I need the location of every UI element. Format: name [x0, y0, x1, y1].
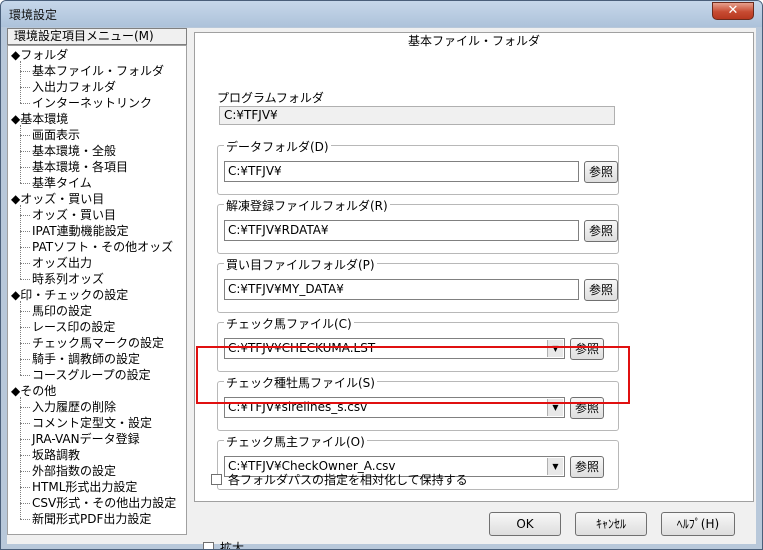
data-folder-input[interactable]: C:¥TFJV¥: [224, 161, 579, 182]
tree-connector: [20, 231, 30, 232]
extract-folder-input[interactable]: C:¥TFJV¥RDATA¥: [224, 220, 579, 241]
tree-item[interactable]: チェック馬マークの設定: [32, 335, 164, 351]
tree-connector: [20, 439, 30, 440]
tree-item[interactable]: オッズ・買い目: [32, 207, 116, 223]
program-folder-field: C:¥TFJV¥: [219, 106, 615, 125]
tree-item[interactable]: HTML形式出力設定: [32, 479, 137, 495]
tree-connector: [20, 87, 30, 88]
bet-folder-group: 買い目ファイルフォルダ(P) C:¥TFJV¥MY_DATA¥ 参照: [217, 256, 619, 313]
tree-item[interactable]: CSV形式・その他出力設定: [32, 495, 176, 511]
tree-item[interactable]: 画面表示: [32, 127, 80, 143]
highlight-box: [196, 346, 630, 404]
relative-path-checkbox[interactable]: [211, 474, 222, 485]
tree-category[interactable]: ◆印・チェックの設定: [11, 287, 128, 303]
tree-item[interactable]: 新聞形式PDF出力設定: [32, 511, 151, 527]
tree-item[interactable]: 基本環境・全般: [32, 143, 116, 159]
tree-category[interactable]: ◆オッズ・買い目: [11, 191, 104, 207]
tree-connector: [20, 397, 21, 519]
data-folder-browse-button[interactable]: 参照: [584, 161, 618, 183]
window-title: 環境設定: [9, 8, 58, 22]
tree-connector: [20, 503, 30, 504]
tree-connector: [20, 183, 30, 184]
menu-header: 環境設定項目メニュー(M): [7, 28, 187, 45]
tree-connector: [20, 455, 30, 456]
tree-item[interactable]: コースグループの設定: [32, 367, 151, 383]
tree-connector: [20, 487, 30, 488]
tree-item[interactable]: 馬印の設定: [32, 303, 92, 319]
tree-item[interactable]: 騎手・調教師の設定: [32, 351, 140, 367]
chevron-down-icon[interactable]: ▼: [547, 458, 563, 475]
tree-category[interactable]: ◆その他: [11, 383, 56, 399]
bet-folder-input[interactable]: C:¥TFJV¥MY_DATA¥: [224, 279, 579, 300]
tree-connector: [20, 471, 30, 472]
tree-item[interactable]: JRA-VANデータ登録: [32, 431, 140, 447]
tree-connector: [20, 343, 30, 344]
tree-item[interactable]: 入力履歴の削除: [32, 399, 116, 415]
program-folder-label: プログラムフォルダ: [217, 91, 324, 105]
relative-path-option[interactable]: 各フォルダパスの指定を相対化して保持する: [211, 471, 468, 488]
tree-connector: [20, 151, 30, 152]
bet-folder-label: 買い目ファイルフォルダ(P): [224, 256, 377, 273]
extract-folder-group: 解凍登録ファイルフォルダ(R) C:¥TFJV¥RDATA¥ 参照: [217, 197, 619, 254]
bet-folder-browse-button[interactable]: 参照: [584, 279, 618, 301]
settings-panel: 基本ファイル・フォルダ プログラムフォルダ C:¥TFJV¥ データフォルダ(D…: [194, 32, 754, 502]
client-area: 環境設定項目メニュー(M) ◆フォルダ 基本ファイル・フォルダ 入出力フォルダ インタ…: [7, 28, 756, 549]
data-folder-label: データフォルダ(D): [224, 138, 331, 155]
tree-connector: [20, 327, 30, 328]
tree-item[interactable]: 基本ファイル・フォルダ: [32, 63, 164, 79]
tree-item[interactable]: 基準タイム: [32, 175, 92, 191]
tree-connector: [20, 215, 30, 216]
tree-item[interactable]: 入出力フォルダ: [32, 79, 116, 95]
tree-connector: [20, 103, 30, 104]
tree-connector: [20, 247, 30, 248]
tree-connector: [20, 407, 30, 408]
enlarge-checkbox[interactable]: [203, 542, 214, 549]
tree-connector: [20, 279, 30, 280]
relative-path-label: 各フォルダパスの指定を相対化して保持する: [228, 473, 468, 487]
tree-connector: [20, 167, 30, 168]
tree-connector: [20, 125, 21, 183]
tree-item[interactable]: コメント定型文・設定: [32, 415, 152, 431]
settings-menu-tree[interactable]: ◆フォルダ 基本ファイル・フォルダ 入出力フォルダ インターネットリンク ◆基本環境 画面…: [7, 45, 187, 535]
tree-connector: [20, 71, 30, 72]
check-owner-browse-button[interactable]: 参照: [570, 456, 604, 478]
tree-connector: [20, 519, 30, 520]
tree-item[interactable]: PATソフト・その他オッズ: [32, 239, 173, 255]
ok-button[interactable]: OK: [489, 512, 561, 536]
panel-title: 基本ファイル・フォルダ: [407, 34, 540, 48]
data-folder-group: データフォルダ(D) C:¥TFJV¥ 参照: [217, 138, 619, 195]
tree-connector: [20, 263, 30, 264]
close-icon: ✕: [727, 3, 739, 18]
tree-connector: [20, 311, 30, 312]
tree-connector: [20, 375, 30, 376]
title-bar[interactable]: 環境設定 ✕: [1, 1, 762, 27]
enlarge-label: 拡大: [220, 541, 245, 550]
tree-item[interactable]: レース印の設定: [32, 319, 115, 335]
close-button[interactable]: ✕: [712, 2, 754, 20]
tree-item[interactable]: オッズ出力: [32, 255, 92, 271]
tree-connector: [20, 135, 30, 136]
cancel-button[interactable]: ｷｬﾝｾﾙ: [575, 512, 647, 536]
tree-connector: [20, 61, 21, 103]
help-button[interactable]: ﾍﾙﾌﾟ(H): [661, 512, 735, 536]
check-horse-label: チェック馬ファイル(C): [224, 315, 354, 332]
tree-item[interactable]: 坂路調教: [32, 447, 80, 463]
tree-connector: [20, 359, 30, 360]
tree-item[interactable]: インターネットリンク: [32, 95, 152, 111]
tree-item[interactable]: 時系列オッズ: [32, 271, 104, 287]
tree-connector: [20, 423, 30, 424]
tree-item[interactable]: 基本環境・各項目: [32, 159, 128, 175]
tree-item[interactable]: IPAT連動機能設定: [32, 223, 129, 239]
enlarge-option[interactable]: 拡大: [203, 539, 245, 550]
tree-connector: [20, 301, 21, 375]
extract-folder-label: 解凍登録ファイルフォルダ(R): [224, 197, 390, 214]
extract-folder-browse-button[interactable]: 参照: [584, 220, 618, 242]
settings-window: 環境設定 ✕ 環境設定項目メニュー(M) ◆フォルダ 基本ファイル・フォルダ 入出力…: [0, 0, 763, 550]
tree-item[interactable]: 外部指数の設定: [32, 463, 116, 479]
tree-connector: [20, 205, 21, 279]
check-owner-label: チェック馬主ファイル(O): [224, 433, 367, 450]
